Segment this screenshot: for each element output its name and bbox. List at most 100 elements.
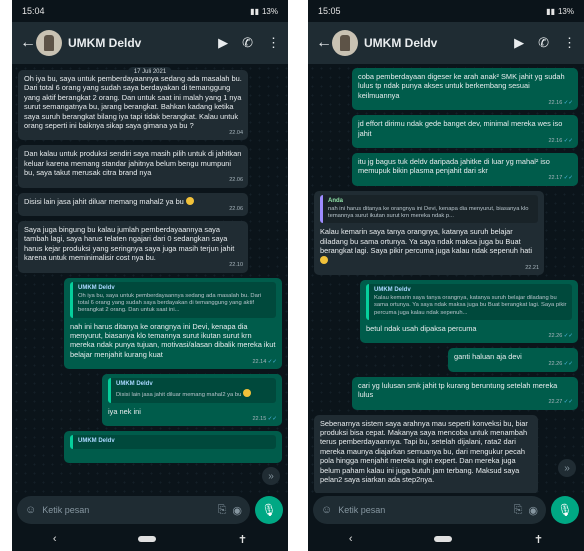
message-list[interactable]: coba pemberdayaan digeser ke arah anak² … [308,64,584,493]
phone-screen-left: 15:04 ▮▮ 13% ← UMKM Deldv ▶ ✆ ⋮ 17 Juli … [12,0,288,551]
contact-name[interactable]: UMKM Deldv [364,36,514,50]
message-time: 22.06 [229,205,243,212]
nav-accessibility-icon[interactable]: ✝ [534,533,543,546]
message-incoming[interactable]: Dan kalau untuk produksi sendiri saya ma… [18,145,248,188]
camera-icon[interactable]: ◉ [528,504,538,517]
nav-accessibility-icon[interactable]: ✝ [238,533,247,546]
mic-button[interactable]: 🎙 [255,496,283,524]
status-icons: ▮▮ 13% [250,7,278,16]
quoted-message[interactable]: UMKM Deldv Kalau kemarin saya tanya oran… [366,284,572,320]
quoted-text: nah ini harus ditanya ke orangnya ini De… [328,206,529,220]
message-input[interactable]: Ketik pesan [338,505,507,515]
more-menu-icon[interactable]: ⋮ [267,35,280,51]
back-arrow-icon[interactable]: ← [20,34,36,52]
chat-header: ← UMKM Deldv ▶ ✆ ⋮ [308,22,584,64]
message-outgoing[interactable]: cari yg lulusan smk jahit tp kurang beru… [352,376,578,410]
message-outgoing[interactable]: UMKM Deldv Kalau kemarin saya tanya oran… [360,280,578,344]
message-incoming[interactable]: Anda nah ini harus ditanya ke orangnya i… [314,190,544,276]
nav-back-icon[interactable]: ‹ [349,533,353,545]
quoted-sender: UMKM Deldv [116,381,153,388]
message-input[interactable]: Ketik pesan [42,505,211,515]
message-outgoing[interactable]: UMKM Deldv Disisi lain jasa jahit diluar… [102,374,282,426]
attach-icon[interactable]: ⎘ [218,504,227,517]
message-outgoing[interactable]: jd effort dirimu ndak gede banget dev, m… [352,115,578,149]
video-call-icon[interactable]: ▶ [514,35,524,51]
status-time: 15:05 [318,6,341,16]
avatar[interactable] [332,30,358,56]
attach-icon[interactable]: ⎘ [514,504,523,517]
message-text: Dan kalau untuk produksi sendiri saya ma… [24,149,242,178]
message-text: itu jg bagus tuk deldv daripada jahitke … [358,157,550,176]
camera-icon[interactable]: ◉ [232,504,242,517]
message-text: Kalau kemarin saya tanya orangnya, katan… [320,227,533,256]
message-text: coba pemberdayaan digeser ke arah anak² … [358,72,565,100]
message-time: 22.16 [548,137,573,146]
grin-emoji-icon [185,196,194,205]
status-bar: 15:04 ▮▮ 13% [12,0,288,22]
message-text: betul ndak usah dipaksa percuma [366,323,477,333]
message-text: ganti haluan aja devi [454,352,522,362]
mic-button[interactable]: 🎙 [551,496,579,524]
message-time: 22.21 [525,264,539,271]
quoted-message[interactable]: UMKM Deldv Oh iya bu, saya untuk pemberd… [70,281,276,318]
signal-icon: ▮▮ [546,6,555,16]
quoted-message[interactable]: UMKM Deldv Disisi lain jasa jahit diluar… [108,378,276,403]
message-outgoing[interactable]: UMKM Deldv [64,430,282,464]
composer: ☺ Ketik pesan ⎘ ◉ 🎙 [308,493,584,527]
message-input-box[interactable]: ☺ Ketik pesan ⎘ ◉ [17,496,250,524]
date-pill: 17 Juli 2021 [127,67,173,77]
avatar[interactable] [36,30,62,56]
quoted-sender: UMKM Deldv [78,284,115,291]
quoted-sender: Anda [328,197,343,204]
system-nav-bar: ‹ ✝ [308,527,584,551]
phone-screen-right: 15:05 ▮▮ 13% ← UMKM Deldv ▶ ✆ ⋮ coba pem… [308,0,584,551]
scroll-down-button[interactable]: » [558,459,576,477]
scroll-down-button[interactable]: » [262,467,280,485]
message-time: 22.26 [548,360,573,369]
message-text: nah ini harus ditanya ke orangnya ini De… [70,321,276,359]
message-text: Oh iya bu, saya untuk pemberdayaannya se… [24,74,242,131]
quoted-message[interactable]: UMKM Deldv [70,434,276,450]
nav-home-pill[interactable] [434,536,453,542]
quoted-sender: UMKM Deldv [78,437,115,444]
message-text: Saya juga bingung bu kalau jumlah pember… [24,225,235,263]
message-outgoing[interactable]: coba pemberdayaan digeser ke arah anak² … [352,68,578,111]
video-call-icon[interactable]: ▶ [218,35,228,51]
status-time: 15:04 [22,6,45,16]
message-incoming[interactable]: Oh iya bu, saya untuk pemberdayaannya se… [18,70,248,141]
nav-home-pill[interactable] [138,536,157,542]
message-incoming[interactable]: Saya juga bingung bu kalau jumlah pember… [18,221,248,273]
voice-call-icon[interactable]: ✆ [538,35,549,51]
voice-call-icon[interactable]: ✆ [242,35,253,51]
quoted-text: Oh iya bu, saya untuk pemberdayaannya se… [78,292,262,314]
message-time: 22.15 [252,415,277,424]
contact-name[interactable]: UMKM Deldv [68,36,218,50]
signal-icon: ▮▮ [250,6,259,16]
message-text: iya nek ini [108,406,141,416]
status-bar: 15:05 ▮▮ 13% [308,0,584,22]
message-time: 22.16 [548,99,573,108]
message-outgoing[interactable]: UMKM Deldv Oh iya bu, saya untuk pemberd… [64,277,282,370]
message-incoming[interactable]: Sebenarnya sistem saya arahnya mau seper… [314,414,538,493]
quoted-message[interactable]: Anda nah ini harus ditanya ke orangnya i… [320,194,538,224]
microphone-icon: 🎙 [261,503,277,517]
message-outgoing[interactable]: ganti haluan aja devi 22.26 [448,348,578,372]
grin-emoji-icon [320,255,328,264]
message-text: Disisi lain jasa jahit diluar memang mah… [24,196,184,206]
battery-level: 13% [261,6,278,16]
message-time: 22.17 [548,174,573,183]
emoji-icon[interactable]: ☺ [25,504,36,516]
emoji-icon[interactable]: ☺ [321,504,332,516]
microphone-icon: 🎙 [557,503,573,517]
message-time: 22.04 [229,130,243,137]
message-incoming[interactable]: Disisi lain jasa jahit diluar memang mah… [18,192,248,217]
message-list[interactable]: 17 Juli 2021 Oh iya bu, saya untuk pembe… [12,64,288,493]
message-outgoing[interactable]: itu jg bagus tuk deldv daripada jahitke … [352,153,578,186]
back-arrow-icon[interactable]: ← [316,34,332,52]
message-input-box[interactable]: ☺ Ketik pesan ⎘ ◉ [313,496,546,524]
nav-back-icon[interactable]: ‹ [53,533,57,545]
grin-emoji-icon [242,389,251,398]
quoted-text: Disisi lain jasa jahit diluar memang mah… [116,389,271,399]
more-menu-icon[interactable]: ⋮ [563,35,576,51]
battery-level: 13% [557,6,574,16]
